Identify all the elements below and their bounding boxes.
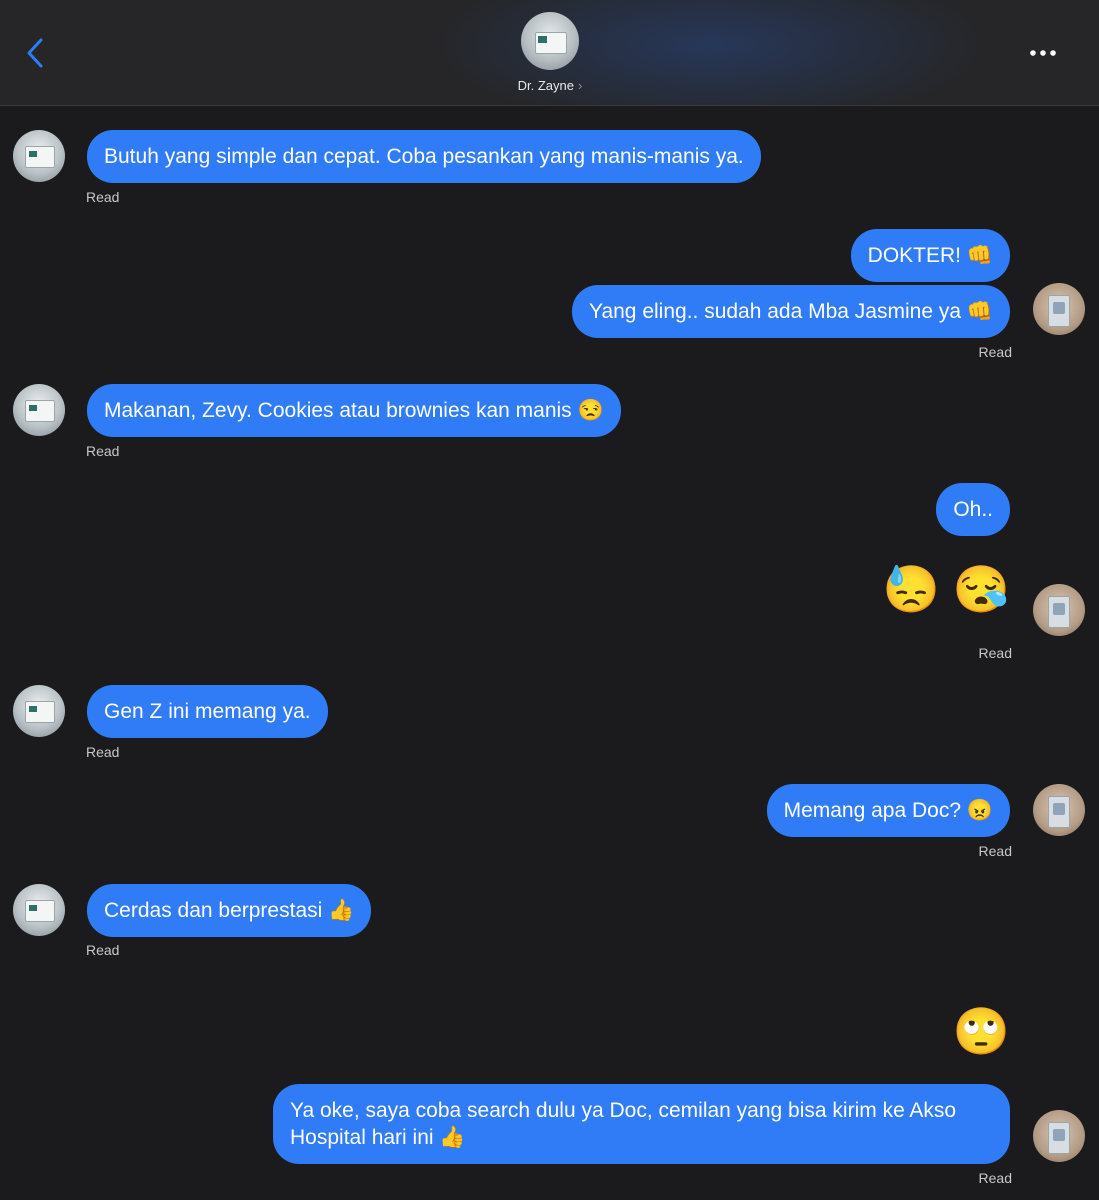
read-receipt: Read [86, 942, 120, 958]
contact-avatar[interactable] [13, 685, 65, 737]
sent-message-bubble[interactable]: Yang eling.. sudah ada Mba Jasmine ya 👊 [572, 285, 1010, 338]
received-message-bubble[interactable]: Gen Z ini memang ya. [87, 685, 328, 738]
contact-name-row: Dr. Zayne › [490, 78, 610, 93]
chevron-right-icon: › [578, 78, 583, 93]
sent-message-bubble[interactable]: DOKTER! 👊 [850, 229, 1010, 282]
contact-avatar[interactable] [13, 884, 65, 936]
chevron-left-icon [27, 38, 43, 68]
conversation-header: Dr. Zayne › [0, 0, 1099, 106]
sent-message-bubble[interactable]: Oh.. [936, 483, 1010, 536]
received-message-bubble[interactable]: Cerdas dan berprestasi 👍 [87, 884, 372, 937]
sent-message-bubble[interactable]: Ya oke, saya coba search dulu ya Doc, ce… [273, 1084, 1010, 1164]
user-avatar[interactable] [1033, 584, 1085, 636]
user-avatar[interactable] [1033, 1110, 1085, 1162]
read-receipt: Read [978, 344, 1012, 360]
read-receipt: Read [86, 443, 120, 459]
read-receipt: Read [86, 189, 120, 205]
back-button[interactable] [22, 34, 52, 74]
read-receipt: Read [978, 1170, 1012, 1186]
sent-message-bubble[interactable]: Memang apa Doc? 😠 [766, 784, 1010, 837]
read-receipt: Read [86, 744, 120, 760]
contact-name: Dr. Zayne [517, 78, 574, 93]
user-avatar[interactable] [1033, 283, 1085, 335]
sent-emoji-message[interactable]: 🙄 [953, 1003, 1010, 1059]
contact-info-button[interactable]: Dr. Zayne › [490, 12, 610, 93]
read-receipt: Read [978, 645, 1012, 661]
sent-emoji-message[interactable]: 😓 😪 [883, 561, 1010, 617]
contact-avatar[interactable] [13, 384, 65, 436]
contact-avatar[interactable] [13, 130, 65, 182]
received-message-bubble[interactable]: Makanan, Zevy. Cookies atau brownies kan… [87, 384, 621, 437]
received-message-bubble[interactable]: Butuh yang simple dan cepat. Coba pesank… [87, 130, 761, 183]
contact-avatar [521, 12, 579, 70]
more-options-button[interactable] [1024, 40, 1064, 66]
user-avatar[interactable] [1033, 784, 1085, 836]
ellipsis-icon [1030, 50, 1056, 56]
read-receipt: Read [978, 843, 1012, 859]
